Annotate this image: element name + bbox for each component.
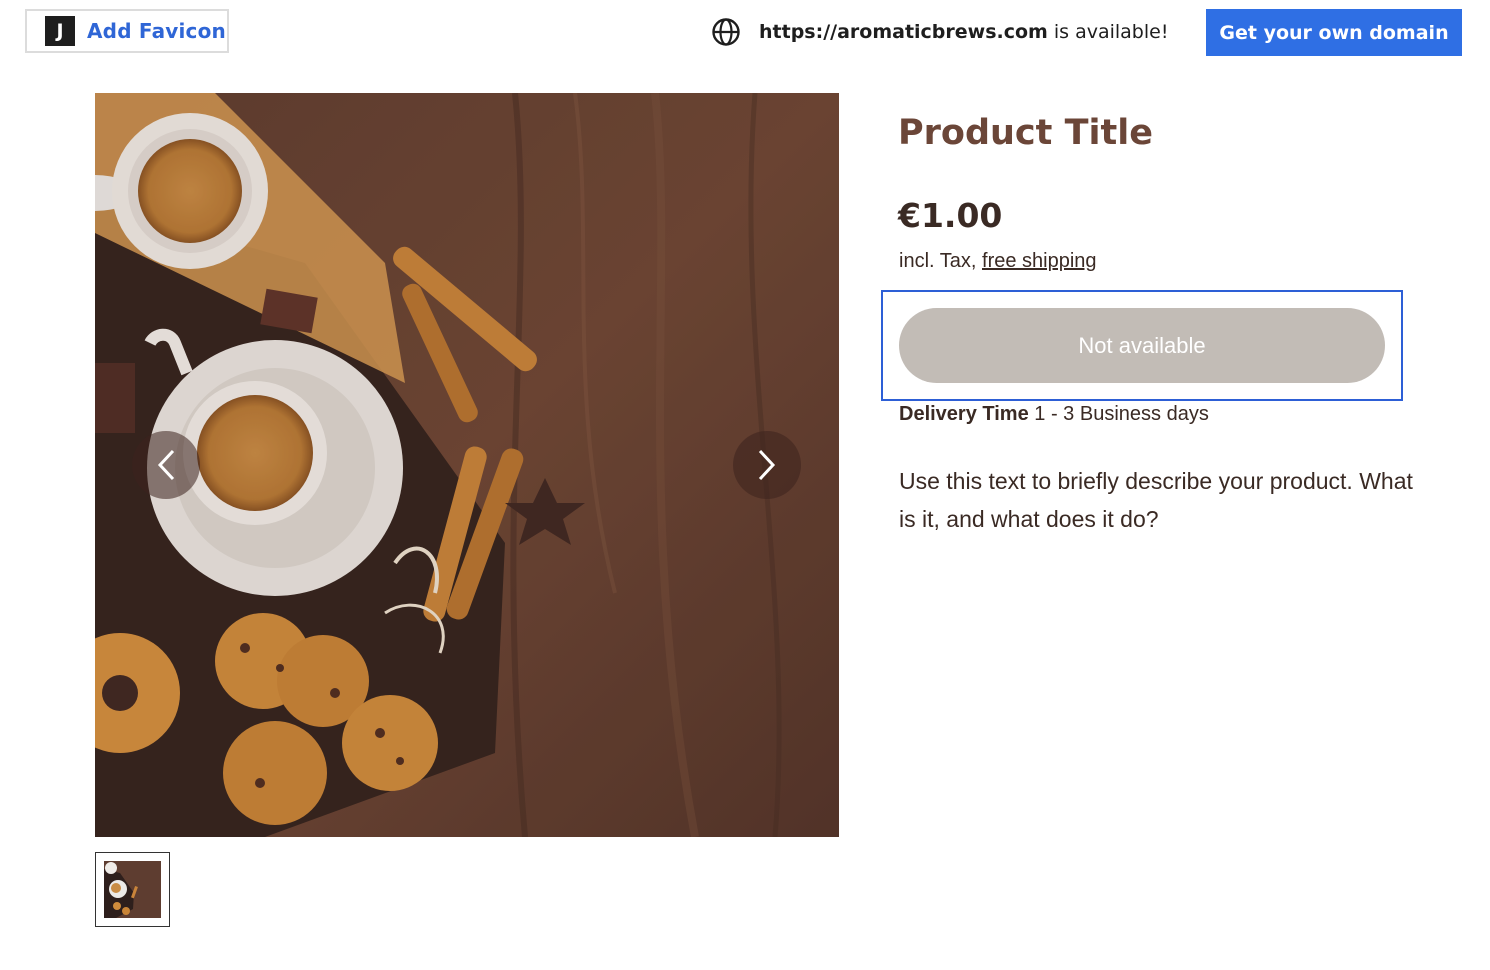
chevron-left-icon	[157, 449, 175, 481]
image-thumbnail[interactable]	[95, 852, 170, 927]
previous-image-button[interactable]	[132, 431, 200, 499]
coffee-photo	[95, 93, 839, 837]
jimdo-logo-icon: J	[45, 16, 75, 46]
domain-status-text: is available!	[1053, 21, 1169, 43]
get-domain-button[interactable]: Get your own domain	[1206, 9, 1462, 56]
product-image	[95, 93, 839, 837]
globe-icon	[712, 18, 740, 46]
free-shipping-link[interactable]: free shipping	[982, 250, 1097, 272]
product-title: Product Title	[898, 113, 1153, 153]
not-available-button[interactable]: Not available	[899, 308, 1385, 383]
product-price: €1.00	[898, 196, 1003, 235]
add-favicon-button[interactable]: J Add Favicon	[25, 9, 229, 53]
delivery-time: Delivery Time 1 - 3 Business days	[899, 403, 1209, 426]
add-favicon-label: Add Favicon	[87, 19, 226, 43]
domain-availability-message: https://aromaticbrews.com is available!	[711, 16, 1168, 48]
thumbnail-image	[104, 861, 161, 918]
chevron-right-icon	[758, 449, 776, 481]
delivery-time-value: 1 - 3 Business days	[1034, 403, 1209, 425]
tax-info: incl. Tax, free shipping	[899, 250, 1097, 273]
tax-label: incl. Tax,	[899, 250, 977, 272]
domain-url: https://aromaticbrews.com	[759, 21, 1048, 43]
delivery-time-label: Delivery Time	[899, 403, 1029, 425]
next-image-button[interactable]	[733, 431, 801, 499]
product-description: Use this text to briefly describe your p…	[899, 468, 1413, 532]
